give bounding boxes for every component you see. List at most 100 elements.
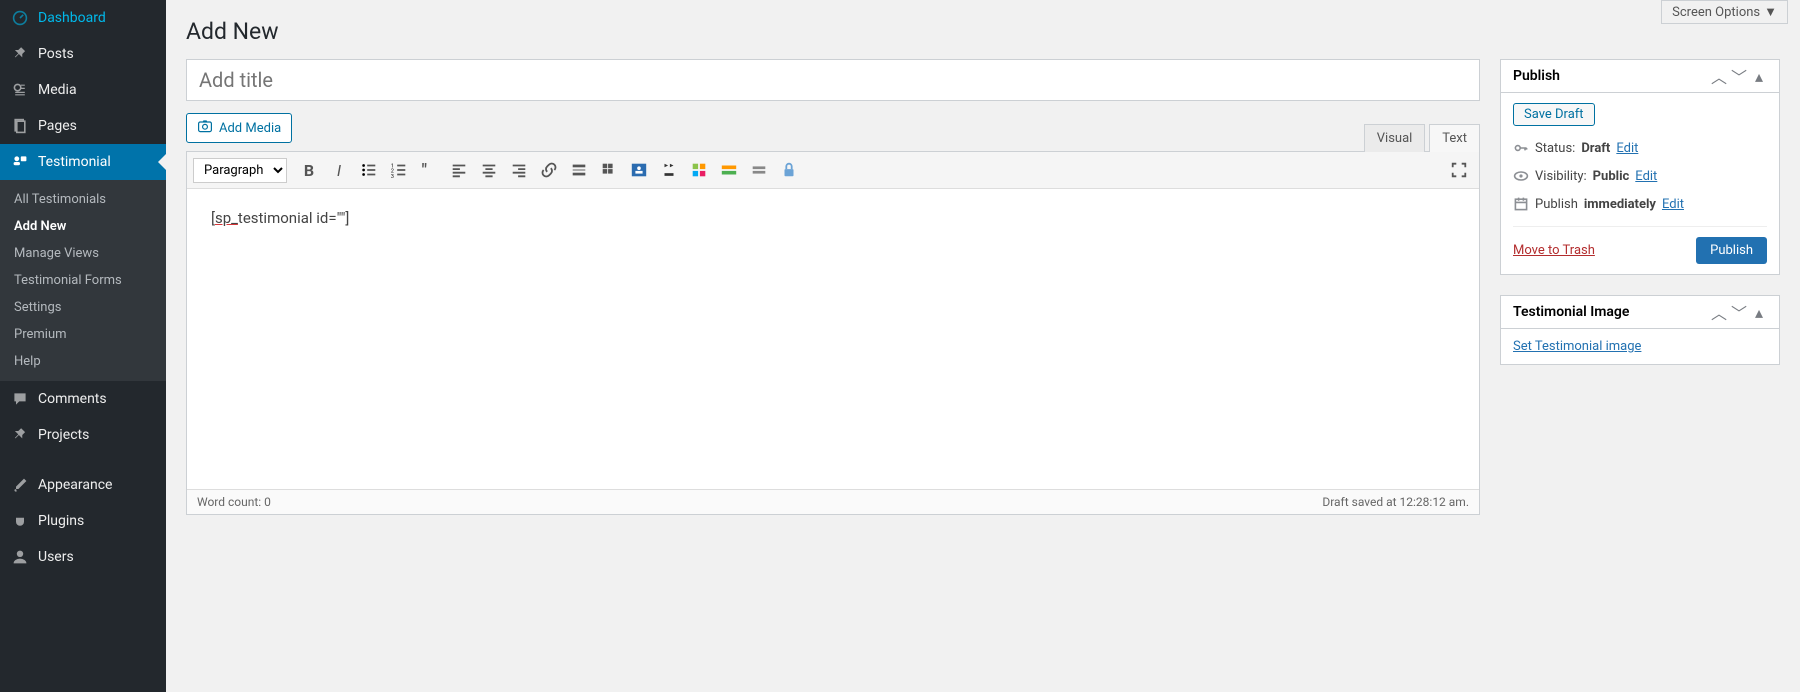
editor-toolbar: Paragraph B I 123 " (187, 152, 1479, 189)
sidebar-item-label: Posts (38, 46, 74, 62)
move-to-trash-link[interactable]: Move to Trash (1513, 243, 1595, 258)
sidebar-item-pages[interactable]: Pages (0, 108, 166, 144)
sub-manage-views[interactable]: Manage Views (0, 240, 166, 267)
title-input[interactable] (186, 59, 1480, 101)
testimonial-image-box: Testimonial Image ︿ ﹀ ▴ Set Testimonial … (1500, 295, 1780, 365)
sidebar-item-label: Testimonial (38, 154, 111, 170)
move-down-button[interactable]: ﹀ (1731, 304, 1747, 320)
sidebar-item-label: Comments (38, 391, 107, 407)
status-label: Status: (1535, 141, 1575, 156)
align-center-button[interactable] (475, 156, 503, 184)
more-button[interactable] (565, 156, 593, 184)
sub-premium[interactable]: Premium (0, 321, 166, 348)
media-icon (10, 80, 30, 100)
sub-settings[interactable]: Settings (0, 294, 166, 321)
screen-options-label: Screen Options (1672, 5, 1760, 20)
admin-sidebar: Dashboard Posts Media Pages Testimonial … (0, 0, 166, 692)
sidebar-item-label: Media (38, 82, 77, 98)
testimonial-icon (10, 152, 30, 172)
fullscreen-button[interactable] (1445, 156, 1473, 184)
sidebar-item-plugins[interactable]: Plugins (0, 503, 166, 539)
numbered-list-button[interactable]: 123 (385, 156, 413, 184)
edit-status-link[interactable]: Edit (1616, 141, 1638, 156)
shortcode-3-button[interactable] (715, 156, 743, 184)
word-count: Word count: 0 (197, 495, 271, 509)
paragraph-select[interactable]: Paragraph (193, 158, 287, 183)
link-button[interactable] (535, 156, 563, 184)
save-draft-button[interactable]: Save Draft (1513, 103, 1595, 126)
bulleted-list-button[interactable] (355, 156, 383, 184)
key-icon (1513, 140, 1529, 156)
toggle-panel-button[interactable]: ▴ (1751, 68, 1767, 84)
eye-icon (1513, 168, 1529, 184)
quote-button[interactable]: " (415, 156, 443, 184)
svg-text:3: 3 (391, 174, 394, 179)
publish-value: immediately (1584, 197, 1656, 212)
user-icon (10, 547, 30, 567)
sidebar-item-media[interactable]: Media (0, 72, 166, 108)
move-up-button[interactable]: ︿ (1711, 304, 1727, 320)
sub-add-new[interactable]: Add New (0, 213, 166, 240)
screen-options-button[interactable]: Screen Options ▼ (1661, 0, 1788, 24)
sidebar-item-appearance[interactable]: Appearance (0, 467, 166, 503)
align-right-button[interactable] (505, 156, 533, 184)
italic-button[interactable]: I (325, 156, 353, 184)
plug-icon (10, 511, 30, 531)
pin-icon (10, 44, 30, 64)
add-media-label: Add Media (219, 121, 281, 136)
visibility-label: Visibility: (1535, 169, 1587, 184)
sidebar-item-label: Dashboard (38, 10, 106, 26)
sidebar-item-posts[interactable]: Posts (0, 36, 166, 72)
content-rest: testimonial id=""] (238, 209, 349, 227)
testimonial-image-title: Testimonial Image (1513, 304, 1629, 320)
chevron-down-icon: ▼ (1764, 4, 1777, 20)
tab-text[interactable]: Text (1429, 124, 1480, 152)
pin-icon (10, 425, 30, 445)
add-media-button[interactable]: Add Media (186, 113, 292, 143)
comments-icon (10, 389, 30, 409)
sidebar-item-label: Pages (38, 118, 77, 134)
sidebar-item-testimonial[interactable]: Testimonial (0, 144, 166, 180)
toggle-toolbar-button[interactable] (595, 156, 623, 184)
sub-help[interactable]: Help (0, 348, 166, 375)
publish-button[interactable]: Publish (1696, 237, 1767, 264)
edit-visibility-link[interactable]: Edit (1635, 169, 1657, 184)
sidebar-item-comments[interactable]: Comments (0, 381, 166, 417)
contact-form-button[interactable] (625, 156, 653, 184)
draft-saved: Draft saved at 12:28:12 am. (1322, 495, 1469, 509)
page-title: Add New (186, 18, 1780, 45)
set-testimonial-image-link[interactable]: Set Testimonial image (1513, 339, 1641, 354)
editor-body[interactable]: [sp_testimonial id=""] (187, 189, 1479, 489)
sidebar-item-label: Projects (38, 427, 89, 443)
main-content: Screen Options ▼ Add New Add Media Visua… (166, 0, 1800, 692)
svg-text:": " (422, 161, 427, 179)
sidebar-item-projects[interactable]: Projects (0, 417, 166, 453)
dashboard-icon (10, 8, 30, 28)
lock-icon-button[interactable] (775, 156, 803, 184)
sidebar-item-label: Plugins (38, 513, 84, 529)
sidebar-submenu: All Testimonials Add New Manage Views Te… (0, 180, 166, 381)
sidebar-item-label: Appearance (38, 477, 112, 493)
align-left-button[interactable] (445, 156, 473, 184)
editor: Paragraph B I 123 " (186, 151, 1480, 515)
sidebar-item-dashboard[interactable]: Dashboard (0, 0, 166, 36)
sub-all-testimonials[interactable]: All Testimonials (0, 186, 166, 213)
toggle-panel-button[interactable]: ▴ (1751, 304, 1767, 320)
tab-visual[interactable]: Visual (1364, 124, 1426, 152)
brush-icon (10, 475, 30, 495)
sidebar-item-users[interactable]: Users (0, 539, 166, 575)
calendar-icon (1513, 196, 1529, 212)
bold-button[interactable]: B (295, 156, 323, 184)
edit-date-link[interactable]: Edit (1662, 197, 1684, 212)
content-prefix: [sp_ (211, 209, 238, 227)
pages-icon (10, 116, 30, 136)
move-up-button[interactable]: ︿ (1711, 68, 1727, 84)
shortcode-1-button[interactable] (655, 156, 683, 184)
move-down-button[interactable]: ﹀ (1731, 68, 1747, 84)
publish-label: Publish (1535, 197, 1578, 212)
sidebar-item-label: Users (38, 549, 74, 565)
shortcode-4-button[interactable] (745, 156, 773, 184)
status-value: Draft (1581, 141, 1610, 156)
shortcode-2-button[interactable] (685, 156, 713, 184)
sub-testimonial-forms[interactable]: Testimonial Forms (0, 267, 166, 294)
